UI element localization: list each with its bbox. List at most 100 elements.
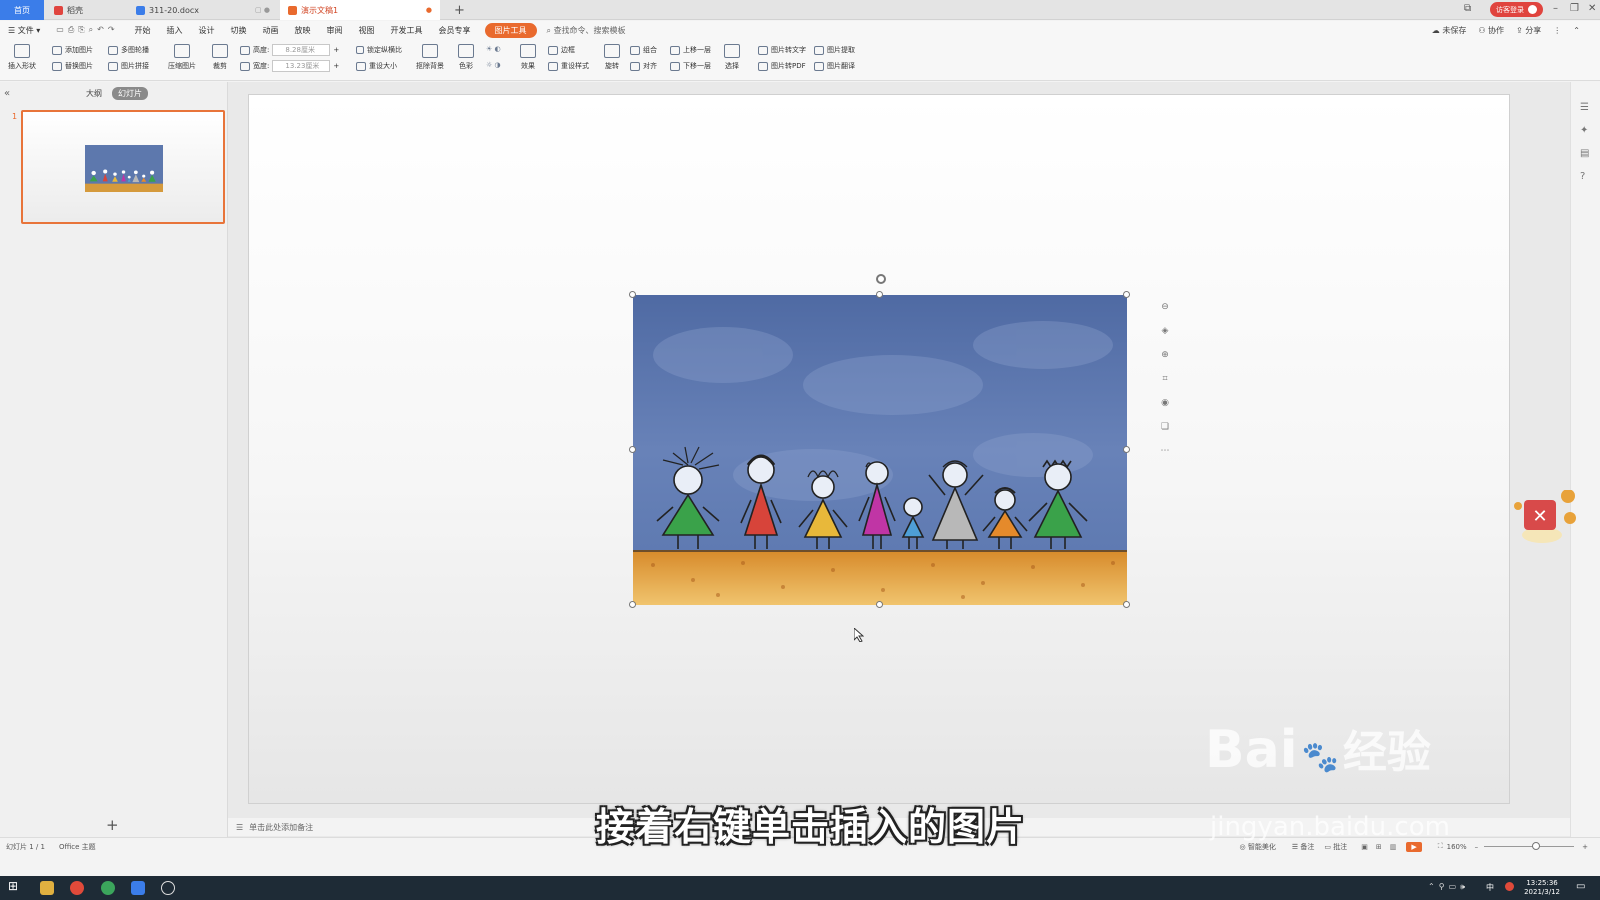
menu-design[interactable]: 设计: [191, 25, 223, 36]
compress-picture-button[interactable]: 压缩图片: [168, 44, 196, 71]
collaborate-button[interactable]: ⚇ 协作: [1478, 25, 1504, 36]
tray-app-icon[interactable]: [1505, 882, 1514, 891]
resize-handle-right[interactable]: [1123, 446, 1130, 453]
reset-size-button[interactable]: 重设大小: [356, 61, 397, 71]
wps-icon[interactable]: [131, 881, 145, 895]
smart-beautify-button[interactable]: ◎ 智能美化: [1239, 842, 1275, 852]
tab-docx[interactable]: 311-20.docx ▢ ●: [128, 0, 278, 20]
menu-member[interactable]: 会员专享: [431, 25, 479, 36]
cutout-background-button[interactable]: 抠除背景: [416, 44, 444, 71]
notes-toggle[interactable]: ☰ 备注: [1292, 842, 1315, 852]
unsaved-button[interactable]: ☁ 未保存: [1432, 25, 1467, 36]
pic-extract-button[interactable]: 图片提取: [814, 45, 855, 55]
command-search[interactable]: ⌕ 查找命令、搜索模板: [543, 25, 626, 36]
quick-access-toolbar[interactable]: ▭⎙⎘⌕↶↷: [48, 25, 126, 35]
system-clock[interactable]: 13:25:36 2021/3/12: [1524, 879, 1560, 897]
notification-icon[interactable]: ▭: [1576, 881, 1585, 892]
wps-assistant-mascot[interactable]: ✕: [1512, 490, 1578, 548]
zoom-in-icon[interactable]: +: [1582, 843, 1588, 851]
menu-start[interactable]: 开始: [127, 25, 159, 36]
close-icon[interactable]: ▢ ●: [255, 6, 270, 14]
pic-to-pdf-button[interactable]: 图片转PDF: [758, 61, 806, 71]
windows-start-icon[interactable]: ⊞: [8, 879, 22, 893]
idea-icon[interactable]: ◉: [1157, 395, 1173, 411]
close-icon[interactable]: ●: [426, 6, 432, 14]
layers-icon[interactable]: ◈: [1157, 323, 1173, 339]
menu-review[interactable]: 审阅: [319, 25, 351, 36]
group-button[interactable]: 组合: [630, 45, 657, 55]
zoom-slider[interactable]: [1484, 842, 1575, 850]
slide-thumbnail[interactable]: [21, 110, 225, 224]
restore-icon[interactable]: ❐: [1570, 3, 1579, 14]
inserted-picture[interactable]: [633, 295, 1127, 605]
collapse-panel-icon[interactable]: «: [4, 88, 10, 99]
help-icon[interactable]: ?: [1580, 171, 1585, 182]
collapse-ribbon-icon[interactable]: ⌃: [1573, 26, 1580, 35]
color-button[interactable]: 色彩: [458, 44, 474, 71]
new-tab-button[interactable]: +: [446, 0, 473, 20]
align-button[interactable]: 对齐: [630, 61, 657, 71]
reading-view-icon[interactable]: ▥: [1390, 843, 1397, 851]
rotate-handle[interactable]: [876, 274, 886, 284]
minimize-icon[interactable]: –: [1553, 3, 1558, 14]
replace-picture-button[interactable]: 替换图片: [52, 61, 93, 71]
more-icon[interactable]: ⋯: [1157, 443, 1173, 459]
comments-toggle[interactable]: ▭ 批注: [1324, 842, 1347, 852]
height-input[interactable]: 8.28厘米: [272, 44, 331, 56]
tab-presentation[interactable]: 演示文稿1 ●: [280, 0, 440, 20]
select-button[interactable]: 选择: [724, 44, 740, 71]
increment-icon[interactable]: +: [333, 46, 339, 54]
menu-picture-tools[interactable]: 图片工具: [484, 22, 537, 38]
share-button[interactable]: ⇪ 分享: [1516, 25, 1541, 36]
zoom-slider-thumb[interactable]: [1532, 842, 1541, 850]
slide[interactable]: ⊖ ◈ ⊕ ⌗ ◉ ❏ ⋯: [248, 94, 1510, 804]
reset-style-button[interactable]: 重设样式: [548, 61, 589, 71]
clock-app-icon[interactable]: [161, 881, 175, 895]
contrast-icon[interactable]: ☼ ◑: [486, 61, 501, 69]
resize-handle-bottom-right[interactable]: [1123, 601, 1130, 608]
copy-icon[interactable]: ❏: [1157, 419, 1173, 435]
theme-name[interactable]: Office 主题: [59, 842, 96, 852]
menu-insert[interactable]: 插入: [159, 25, 191, 36]
browser-icon[interactable]: [101, 881, 115, 895]
more-icon[interactable]: ⋮: [1553, 26, 1561, 35]
tab-docer[interactable]: 稻壳: [46, 0, 126, 20]
slides-icon[interactable]: ▤: [1580, 148, 1589, 159]
menu-animation[interactable]: 动画: [255, 25, 287, 36]
resize-handle-bottom-left[interactable]: [629, 601, 636, 608]
insert-shape-button[interactable]: 插入形状: [8, 44, 36, 71]
resize-handle-top-left[interactable]: [629, 291, 636, 298]
resize-handle-top-right[interactable]: [1123, 291, 1130, 298]
border-button[interactable]: 边框: [548, 45, 575, 55]
animation-icon[interactable]: ✦: [1580, 125, 1588, 136]
resize-handle-bottom[interactable]: [876, 601, 883, 608]
increment-icon[interactable]: +: [333, 62, 339, 70]
menu-slideshow[interactable]: 放映: [287, 25, 319, 36]
menu-developer[interactable]: 开发工具: [383, 25, 431, 36]
chrome-icon[interactable]: [70, 881, 84, 895]
menu-file[interactable]: ☰ 文件 ▾: [0, 25, 48, 36]
multi-carousel-button[interactable]: 多图轮播: [108, 45, 149, 55]
properties-icon[interactable]: ☰: [1580, 102, 1589, 113]
add-slide-button[interactable]: +: [106, 816, 119, 834]
file-explorer-icon[interactable]: [40, 881, 54, 895]
zoom-icon[interactable]: ⊕: [1157, 347, 1173, 363]
ime-indicator[interactable]: 中: [1486, 882, 1494, 893]
resize-handle-top[interactable]: [876, 291, 883, 298]
pic-to-text-button[interactable]: 图片转文字: [758, 45, 806, 55]
zoom-out-icon[interactable]: –: [1475, 843, 1479, 851]
brightness-icon[interactable]: ☀ ◐: [486, 45, 501, 53]
rotate-button[interactable]: 旋转: [604, 44, 620, 71]
effect-button[interactable]: 效果: [520, 44, 536, 71]
login-button[interactable]: 访客登录: [1490, 2, 1543, 17]
crop-button[interactable]: 裁剪: [212, 44, 228, 71]
picture-stitch-button[interactable]: 图片拼接: [108, 61, 149, 71]
tab-slides[interactable]: 幻灯片: [112, 87, 148, 100]
lock-ratio-checkbox[interactable]: 锁定纵横比: [356, 45, 402, 55]
pic-translate-button[interactable]: 图片翻译: [814, 61, 855, 71]
fit-window-icon[interactable]: ⛶: [1438, 842, 1443, 851]
normal-view-icon[interactable]: ▣: [1361, 843, 1368, 851]
window-switch-icon[interactable]: ⧉: [1464, 3, 1471, 14]
tab-outline[interactable]: 大纲: [86, 88, 102, 99]
width-input[interactable]: 13.23厘米: [272, 60, 331, 72]
